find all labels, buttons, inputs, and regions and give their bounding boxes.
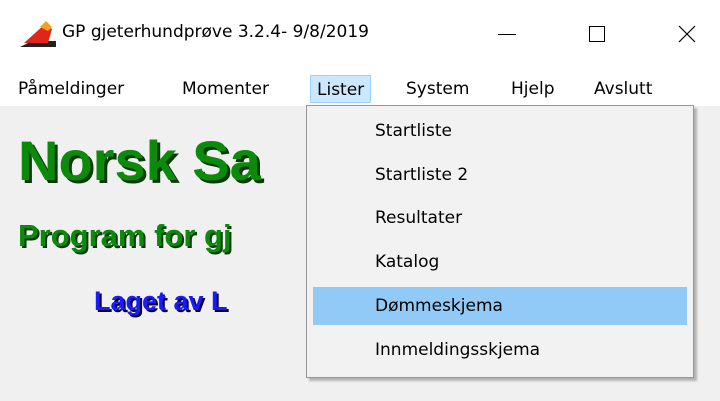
title-bar: GP gjeterhundprøve 3.2.4- 9/8/2019	[0, 0, 720, 70]
maximize-button[interactable]	[574, 14, 620, 54]
menu-item-dommeskjema[interactable]: Dømmeskjema	[313, 287, 687, 325]
page-heading: Norsk Sa	[18, 129, 261, 192]
menu-avslutt[interactable]: Avslutt	[588, 75, 658, 103]
close-icon	[678, 25, 696, 43]
minimize-button[interactable]	[484, 14, 530, 54]
menu-item-resultater[interactable]: Resultater	[313, 199, 687, 237]
app-icon	[20, 21, 56, 47]
menu-momenter[interactable]: Momenter	[176, 75, 275, 103]
menu-item-startliste-2[interactable]: Startliste 2	[313, 156, 687, 194]
minimize-icon	[498, 33, 516, 35]
author-line: Laget av L	[94, 286, 228, 316]
close-button[interactable]	[664, 14, 710, 54]
menu-hjelp[interactable]: Hjelp	[505, 75, 560, 103]
menu-lister[interactable]: Lister	[310, 75, 372, 103]
maximize-icon	[589, 26, 605, 42]
menu-system[interactable]: System	[400, 75, 475, 103]
lister-dropdown-menu: Startliste Startliste 2 Resultater Katal…	[306, 105, 694, 378]
menu-item-katalog[interactable]: Katalog	[313, 243, 687, 281]
page-subheading: Program for gj	[18, 218, 232, 253]
menu-item-startliste[interactable]: Startliste	[313, 112, 687, 150]
menu-bar: Påmeldinger Momenter Lister System Hjelp…	[0, 70, 720, 106]
window-title: GP gjeterhundprøve 3.2.4- 9/8/2019	[62, 22, 369, 42]
menu-item-innmeldingsskjema[interactable]: Innmeldingsskjema	[313, 331, 687, 369]
menu-pameldinger[interactable]: Påmeldinger	[12, 75, 130, 103]
